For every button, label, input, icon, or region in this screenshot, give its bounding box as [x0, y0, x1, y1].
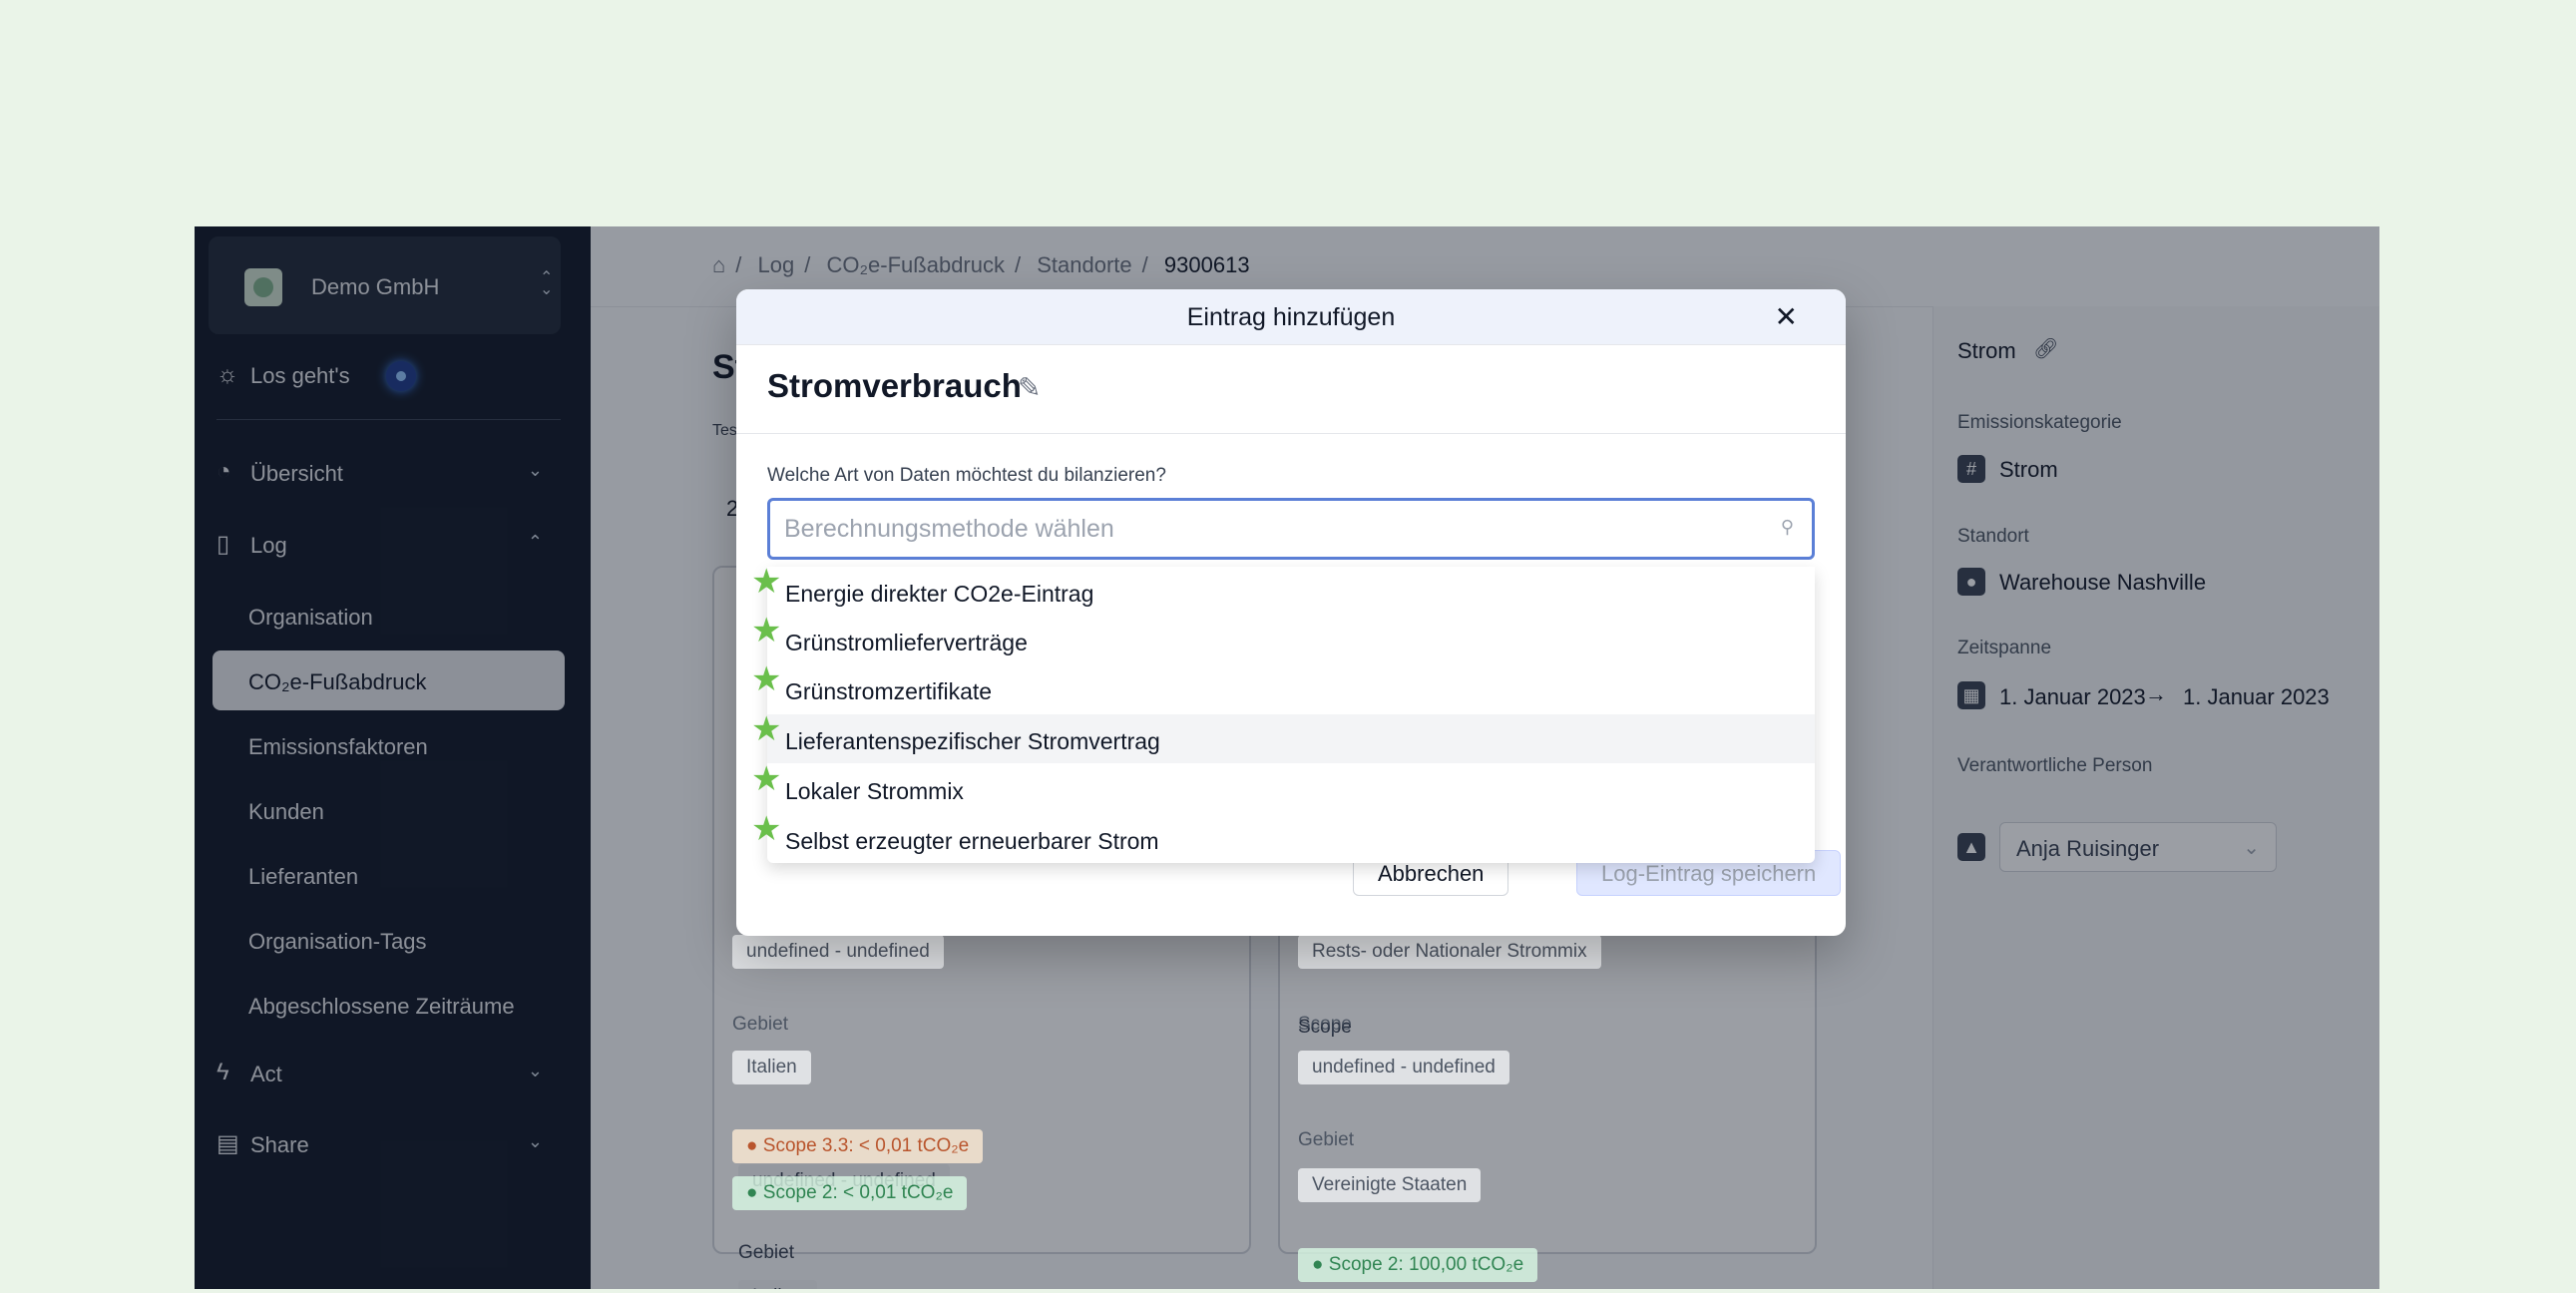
star-icon: ★	[751, 660, 782, 698]
option-label: Energie direkter CO2e-Eintrag	[785, 581, 1094, 607]
option-label: Lokaler Strommix	[785, 778, 964, 804]
entry-heading: Stromverbrauch	[767, 367, 1022, 404]
dropdown-option[interactable]: ★ Grünstromzertifikate	[751, 662, 1815, 713]
divider	[736, 433, 1846, 434]
method-search-input[interactable]	[784, 509, 1742, 549]
star-icon: ★	[751, 760, 782, 798]
dropdown-option[interactable]: ★ Selbst erzeugter erneuerbarer Strom	[751, 812, 1815, 863]
question-label: Welche Art von Daten möchtest du bilanzi…	[767, 465, 1166, 486]
option-label: Grünstromzertifikate	[785, 678, 993, 704]
method-dropdown: ★ Energie direkter CO2e-Eintrag ★ Grünst…	[751, 565, 1815, 863]
modal-header: Eintrag hinzufügen ✕	[736, 289, 1846, 345]
close-icon[interactable]: ✕	[1775, 300, 1798, 333]
method-search-field[interactable]: ⚲	[767, 498, 1815, 560]
star-icon: ★	[751, 563, 782, 601]
modal-title: Eintrag hinzufügen	[1186, 303, 1396, 331]
option-label: Selbst erzeugter erneuerbarer Strom	[785, 828, 1159, 854]
dropdown-option[interactable]: ★ Grünstromlieferverträge	[751, 614, 1815, 664]
option-label: Grünstromlieferverträge	[785, 630, 1028, 655]
star-icon: ★	[751, 612, 782, 649]
dropdown-option[interactable]: ★ Lokaler Strommix	[751, 762, 1815, 813]
star-icon: ★	[751, 710, 782, 748]
option-label: Lieferantenspezifischer Stromvertrag	[785, 728, 1160, 754]
app-window: Demo GmbH ⌃ ⌄ ☼ Los geht's ◔ Übersicht ⌄ …	[195, 226, 2379, 1289]
add-entry-modal: Eintrag hinzufügen ✕ Stromverbrauch ✎ We…	[736, 289, 1846, 936]
search-icon: ⚲	[1780, 517, 1794, 537]
dropdown-option[interactable]: ★ Energie direkter CO2e-Eintrag	[751, 565, 1815, 616]
dropdown-option-highlighted[interactable]: ★ Lieferantenspezifischer Stromvertrag	[751, 712, 1815, 763]
edit-icon[interactable]: ✎	[1018, 371, 1041, 404]
star-icon: ★	[751, 810, 782, 848]
